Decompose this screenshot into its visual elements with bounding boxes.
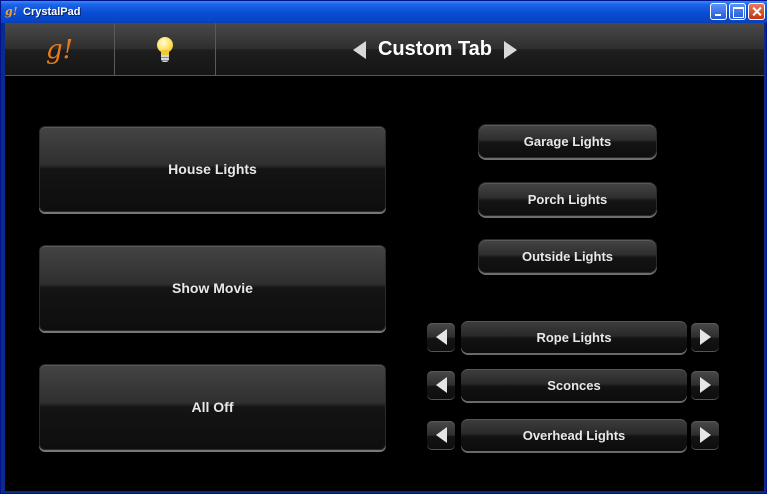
previous-tab-arrow-icon[interactable]: [352, 40, 366, 59]
rope-lights-button[interactable]: Rope Lights: [461, 321, 687, 353]
overhead-lights-selector: Overhead Lights: [427, 419, 722, 451]
sconces-down-button[interactable]: [427, 371, 455, 399]
window-title: CrystalPad: [23, 6, 81, 18]
lights-button[interactable]: [115, 23, 216, 76]
left-arrow-icon: [435, 377, 447, 393]
sconces-button[interactable]: Sconces: [461, 369, 687, 401]
minimize-button[interactable]: [710, 3, 727, 20]
next-tab-arrow-icon[interactable]: [504, 40, 518, 59]
show-movie-label: Show Movie: [172, 280, 253, 296]
overhead-lights-up-button[interactable]: [691, 421, 719, 449]
rope-lights-up-button[interactable]: [691, 323, 719, 351]
left-arrow-icon: [435, 427, 447, 443]
app-window: g! CrystalPad g! Custom Tab House Lights…: [0, 0, 767, 494]
porch-lights-label: Porch Lights: [527, 191, 608, 207]
right-arrow-icon: [699, 377, 711, 393]
window-controls: [710, 3, 765, 20]
tab-title: Custom Tab: [377, 38, 493, 60]
sconces-up-button[interactable]: [691, 371, 719, 399]
house-lights-label: House Lights: [168, 161, 257, 177]
outside-lights-label: Outside Lights: [522, 248, 613, 264]
right-arrow-icon: [699, 427, 711, 443]
title-bar[interactable]: g! CrystalPad: [1, 1, 767, 23]
top-toolbar: g! Custom Tab: [5, 23, 764, 76]
show-movie-button[interactable]: Show Movie: [39, 245, 386, 331]
app-content: g! Custom Tab House Lights Show Movie Al…: [5, 23, 764, 491]
garage-lights-button[interactable]: Garage Lights: [478, 124, 657, 158]
right-arrow-icon: [699, 329, 711, 345]
rope-lights-label: Rope Lights: [536, 329, 612, 345]
overhead-lights-down-button[interactable]: [427, 421, 455, 449]
rope-lights-down-button[interactable]: [427, 323, 455, 351]
app-logo-icon: g!: [5, 5, 18, 18]
lightbulb-icon: [156, 36, 174, 63]
porch-lights-button[interactable]: Porch Lights: [478, 182, 657, 216]
home-button[interactable]: g!: [5, 23, 115, 76]
maximize-button[interactable]: [729, 3, 746, 20]
overhead-lights-button[interactable]: Overhead Lights: [461, 419, 687, 451]
garage-lights-label: Garage Lights: [523, 133, 612, 149]
rope-lights-selector: Rope Lights: [427, 321, 722, 353]
overhead-lights-label: Overhead Lights: [522, 427, 626, 443]
left-arrow-icon: [435, 329, 447, 345]
all-off-button[interactable]: All Off: [39, 364, 386, 450]
house-lights-button[interactable]: House Lights: [39, 126, 386, 212]
sconces-selector: Sconces: [427, 369, 722, 401]
outside-lights-button[interactable]: Outside Lights: [478, 239, 657, 273]
close-button[interactable]: [748, 3, 765, 20]
all-off-label: All Off: [191, 399, 234, 415]
sconces-label: Sconces: [547, 377, 601, 393]
tab-navigator: Custom Tab: [216, 23, 764, 76]
brand-logo-icon: g!: [45, 34, 74, 65]
